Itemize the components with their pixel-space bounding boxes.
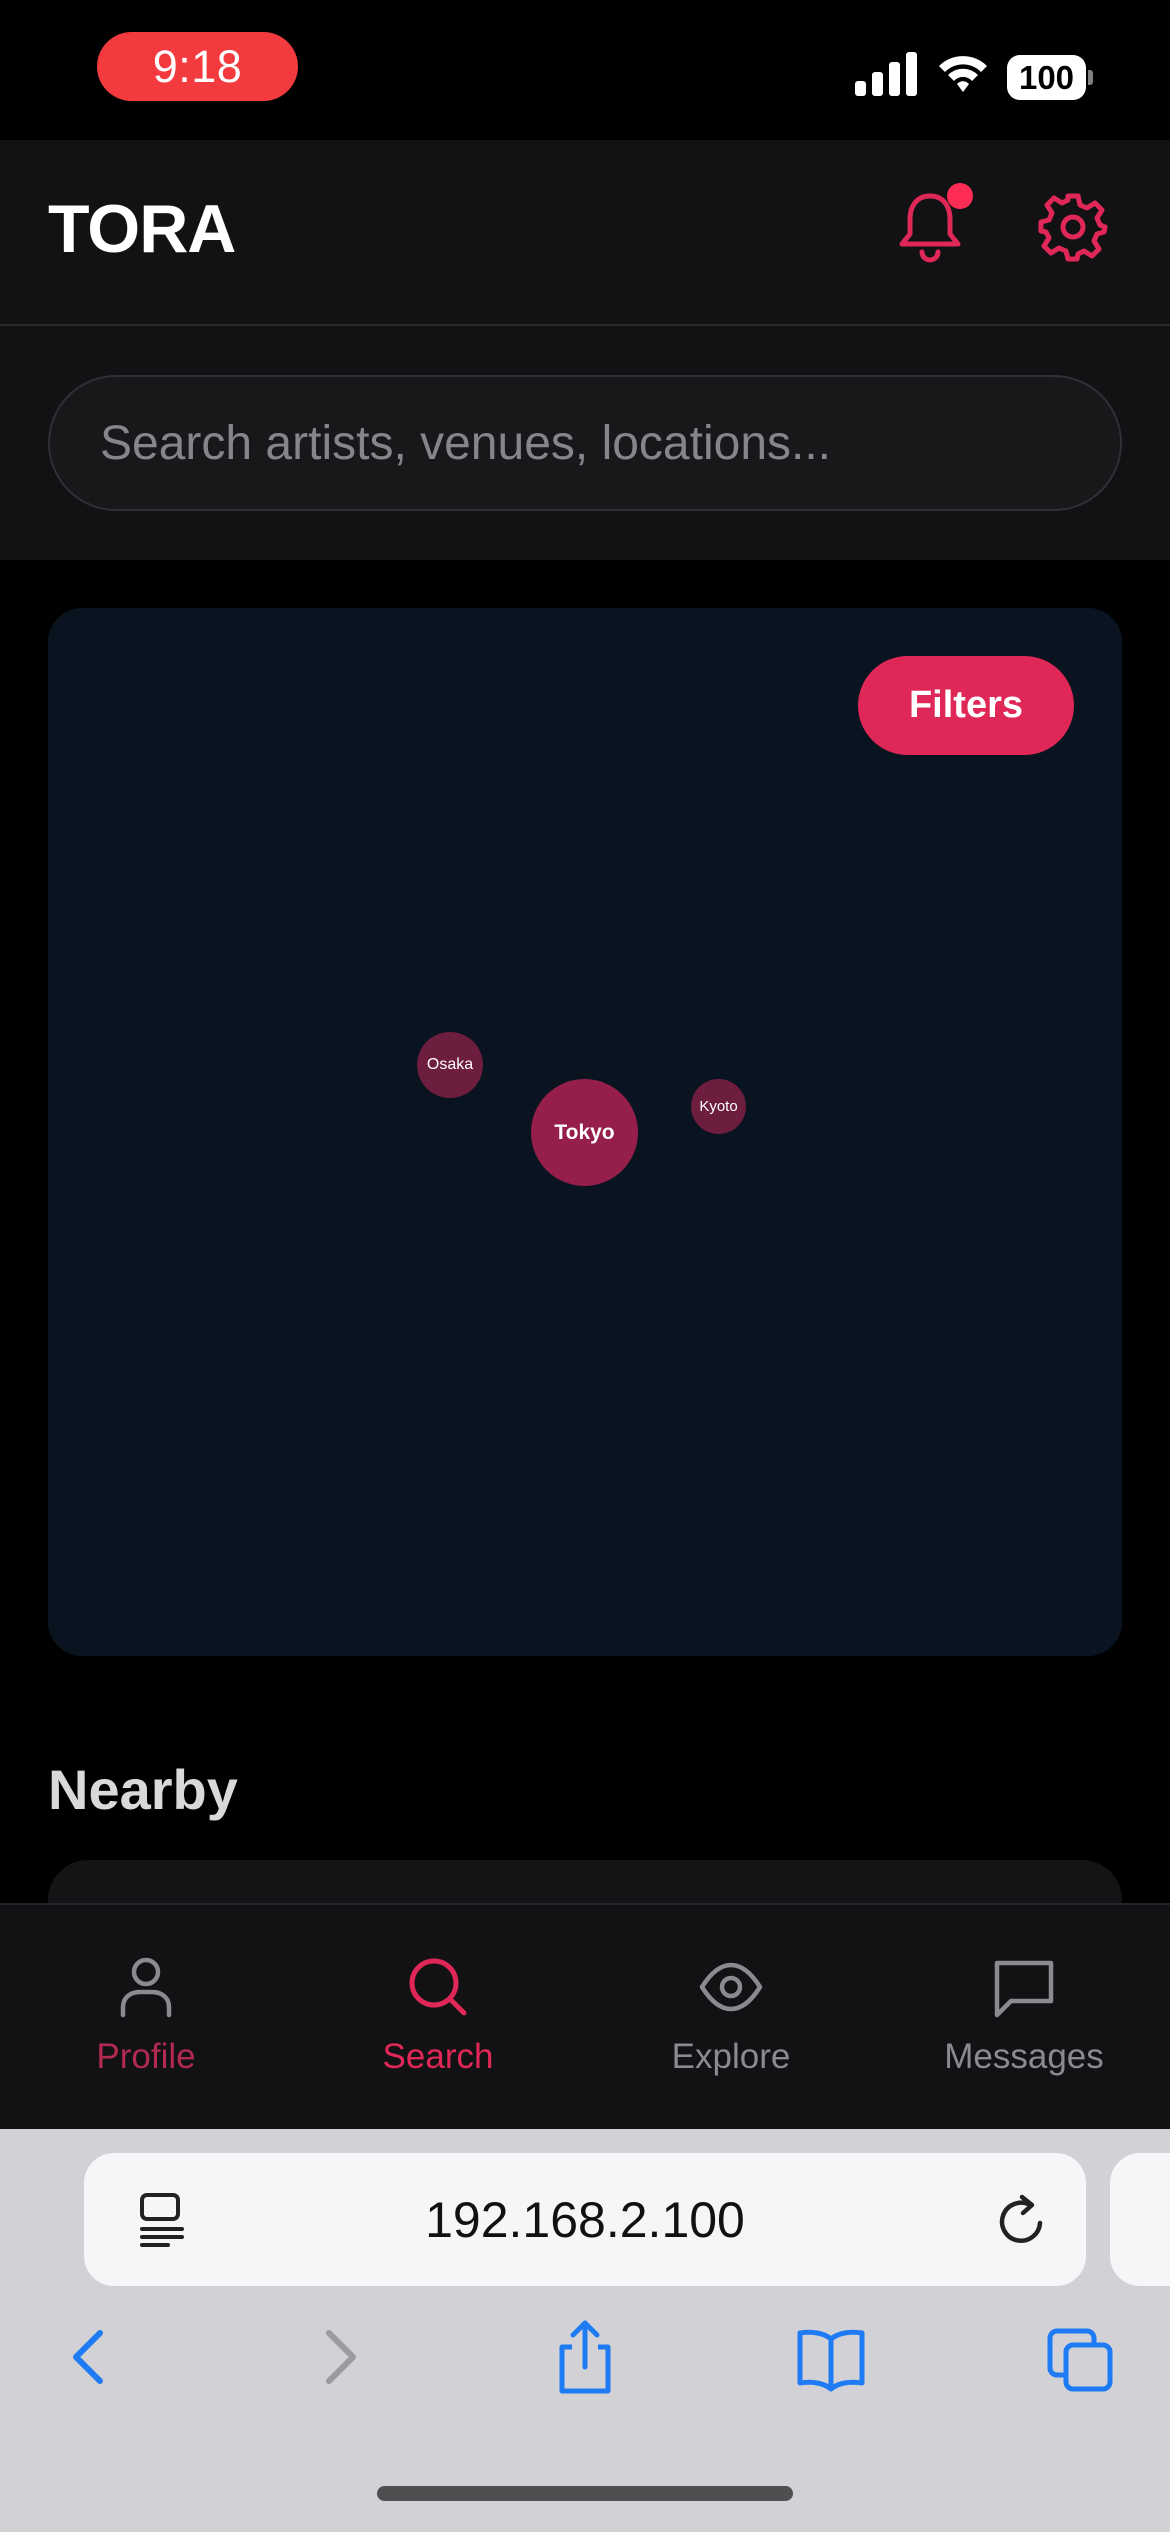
notification-dot [947,183,973,209]
chat-icon [994,1960,1054,2018]
address-bar[interactable]: 192.168.2.100 [84,2153,1086,2286]
share-icon[interactable] [550,2317,620,2397]
battery-tip [1088,70,1093,85]
status-time: 9:18 [97,32,298,101]
tab-search-label: Search [382,2037,494,2076]
wifi-icon [939,56,987,92]
tab-search[interactable]: Search [298,1955,578,2095]
tab-explore[interactable]: Explore [591,1955,871,2095]
bookmarks-icon[interactable] [796,2317,866,2397]
search-input[interactable] [48,375,1122,511]
tab-profile[interactable]: Profile [6,1955,286,2095]
tab-explore-label: Explore [671,2037,791,2076]
search-section [0,326,1170,560]
person-icon [120,1957,172,2018]
eye-icon [699,1962,763,2012]
tab-bar: Profile Search Explore Messages [0,1903,1170,2129]
next-tab-peek[interactable] [1110,2153,1170,2286]
home-indicator[interactable] [377,2486,793,2501]
app-header: TORA [0,140,1170,326]
tabs-icon[interactable] [1046,2317,1116,2397]
tab-profile-label: Profile [96,2037,196,2076]
city-marker-kyoto[interactable]: Kyoto [691,1079,746,1134]
status-bar: 9:18 100 [0,0,1170,140]
gear-icon[interactable] [1038,192,1108,262]
nearby-heading: Nearby [48,1758,238,1821]
map-view[interactable]: Filters Osaka Tokyo Kyoto [48,608,1122,1656]
url-text: 192.168.2.100 [425,2191,745,2248]
cellular-signal-icon [855,52,917,96]
reload-icon[interactable] [994,2191,1050,2249]
battery-level: 100 [1007,55,1086,100]
search-icon [409,1958,467,2016]
forward-arrow-icon[interactable] [305,2317,375,2397]
filters-button[interactable]: Filters [858,656,1074,755]
tab-messages[interactable]: Messages [884,1955,1164,2095]
tab-messages-label: Messages [944,2037,1104,2076]
app-title: TORA [48,191,236,267]
city-marker-tokyo[interactable]: Tokyo [531,1079,638,1186]
battery-icon: 100 [1007,55,1093,100]
browser-toolbar: 192.168.2.100 [0,2129,1170,2532]
back-arrow-icon[interactable] [54,2317,124,2397]
city-marker-osaka[interactable]: Osaka [417,1032,483,1098]
